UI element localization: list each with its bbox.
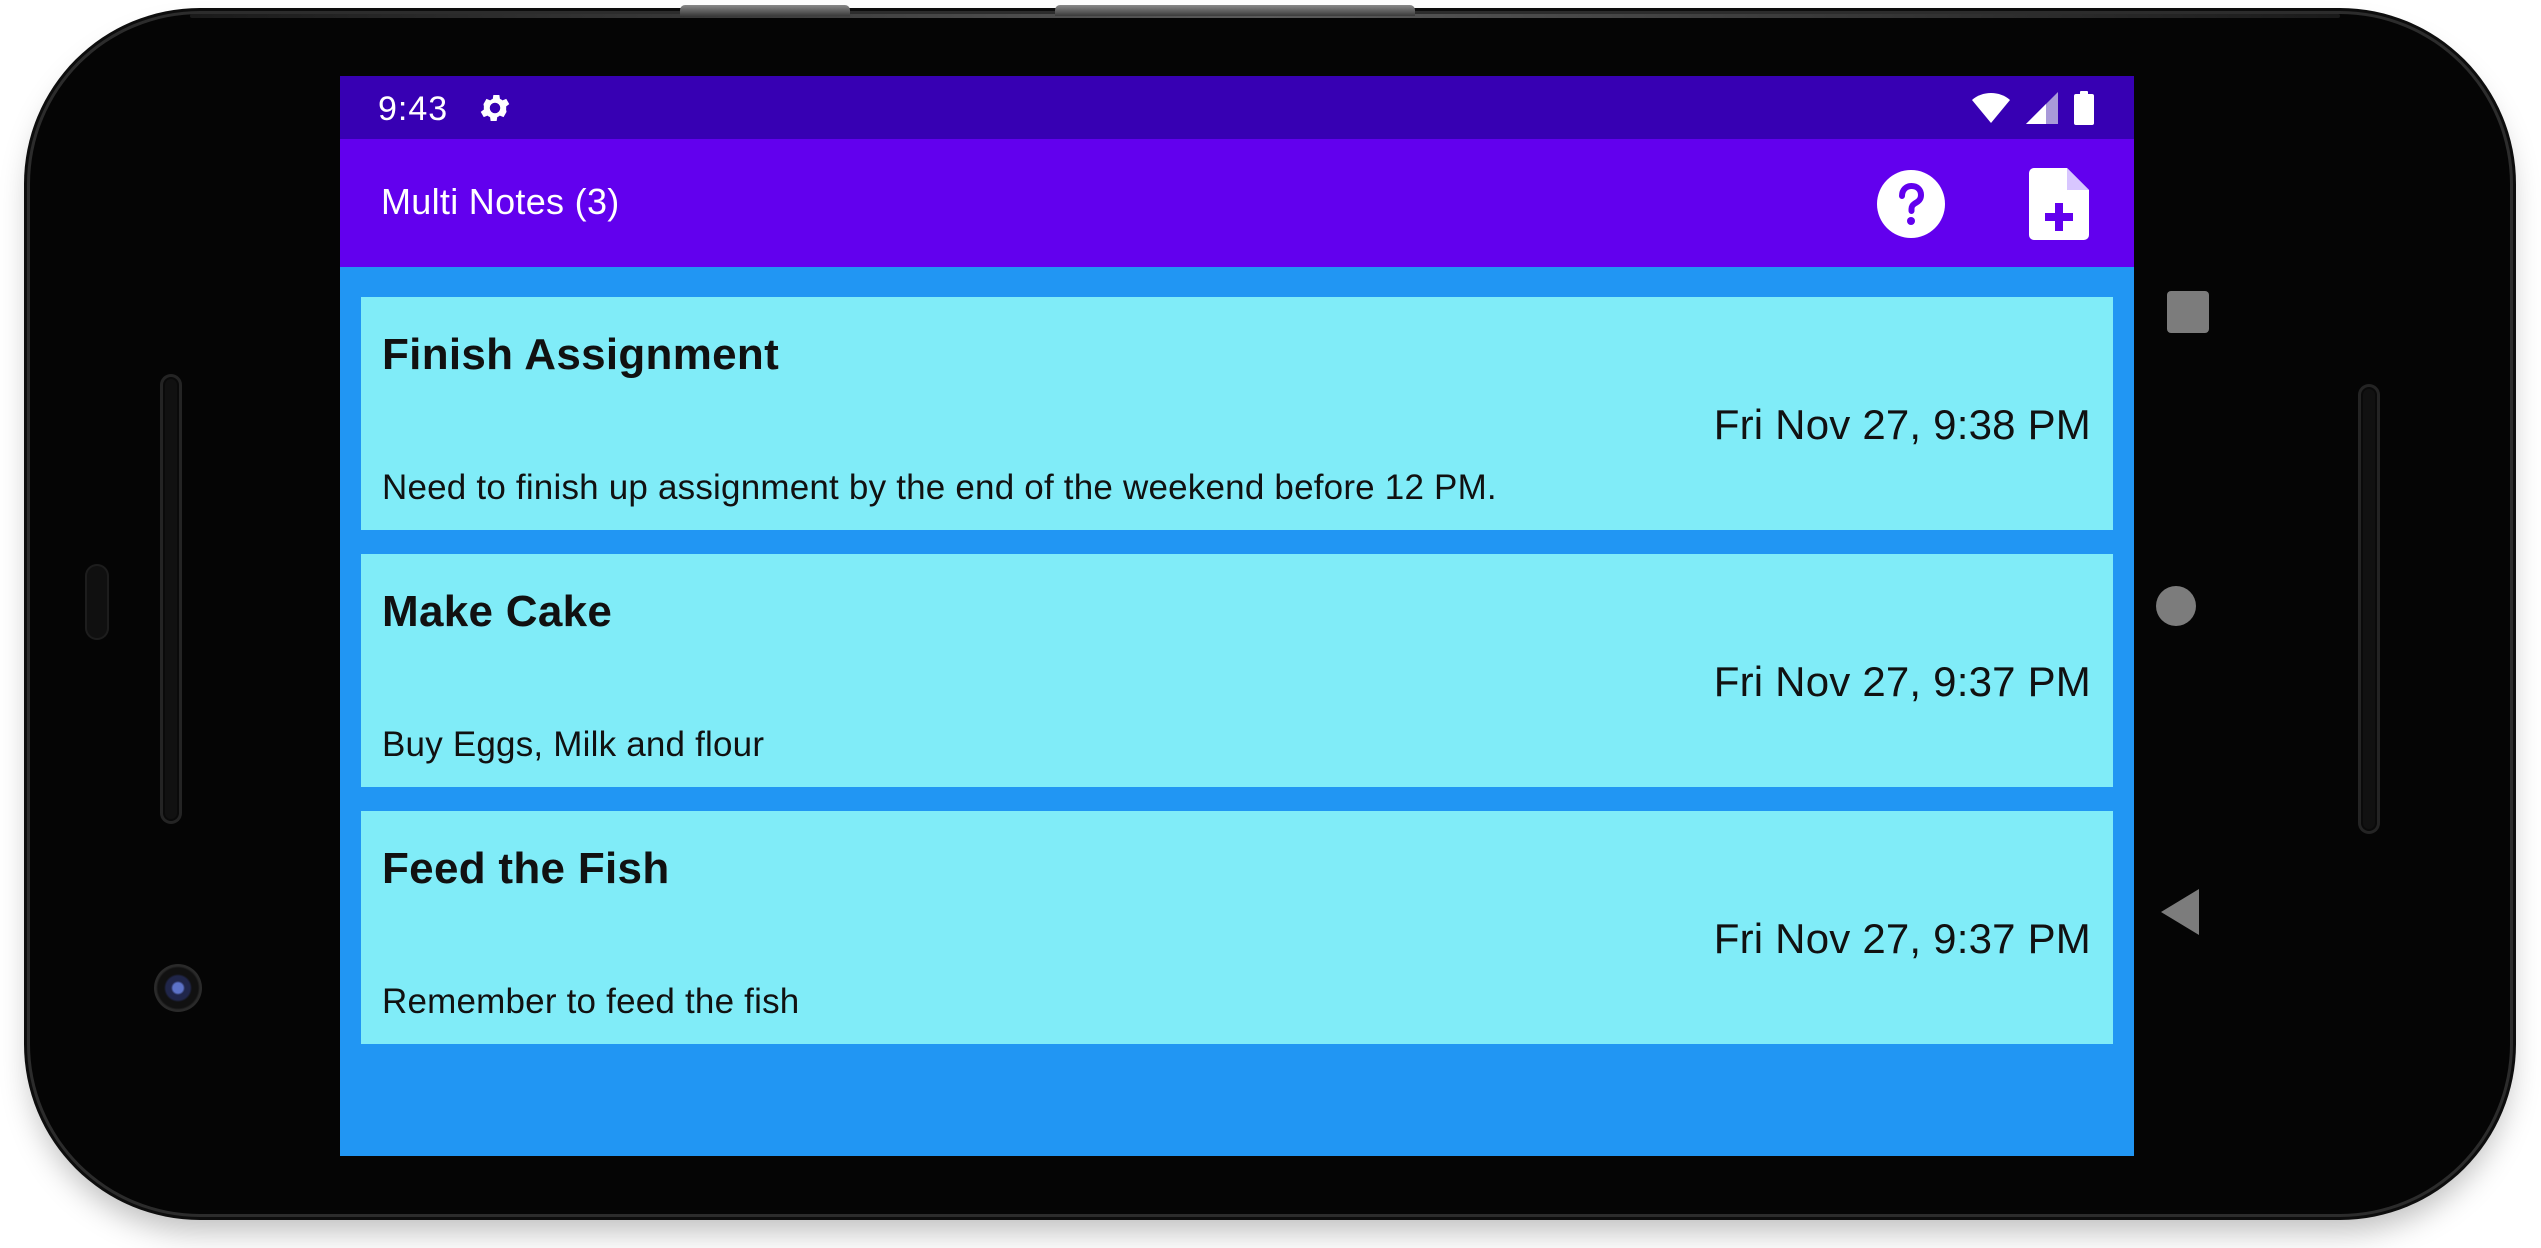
new-note-button[interactable]	[2023, 168, 2095, 240]
app-title: Multi Notes (3)	[381, 181, 620, 222]
status-bar: 9:43	[340, 76, 2134, 139]
note-title: Finish Assignment	[382, 330, 780, 379]
front-sensor	[85, 564, 109, 640]
note-date: Fri Nov 27, 9:37 PM	[1713, 915, 2091, 962]
help-button[interactable]	[1875, 168, 1947, 240]
battery-icon	[2074, 91, 2094, 125]
left-speaker-grill	[160, 374, 182, 824]
cell-signal-icon	[2026, 92, 2058, 124]
note-body: Remember to feed the fish	[382, 982, 800, 1021]
note-date: Fri Nov 27, 9:37 PM	[1713, 658, 2091, 705]
help-icon	[1877, 170, 1945, 238]
note-card-finish-assignment[interactable]: Finish Assignment Fri Nov 27, 9:38 PM Ne…	[361, 297, 2113, 530]
wifi-icon	[1972, 93, 2010, 123]
note-title: Feed the Fish	[382, 844, 670, 893]
home-button[interactable]	[2156, 586, 2196, 626]
note-card-feed-the-fish[interactable]: Feed the Fish Fri Nov 27, 9:37 PM Rememb…	[361, 811, 2113, 1044]
back-button[interactable]	[2161, 889, 2199, 935]
power-button[interactable]	[680, 5, 850, 16]
notes-list: Finish Assignment Fri Nov 27, 9:38 PM Ne…	[361, 297, 2113, 1068]
note-title: Make Cake	[382, 587, 613, 636]
device-frame-stage: 9:43 Multi Notes (3) Finish Assignment F…	[0, 0, 2541, 1248]
phone-frame: 9:43 Multi Notes (3) Finish Assignment F…	[30, 5, 2510, 1214]
note-body: Need to finish up assignment by the end …	[382, 468, 1497, 507]
volume-button[interactable]	[1055, 5, 1415, 16]
app-bar: Multi Notes (3)	[340, 139, 2134, 267]
note-date: Fri Nov 27, 9:38 PM	[1713, 401, 2091, 448]
status-icons	[1972, 89, 2094, 127]
new-note-icon	[2029, 168, 2089, 240]
recents-button[interactable]	[2167, 291, 2209, 333]
note-card-make-cake[interactable]: Make Cake Fri Nov 27, 9:37 PM Buy Eggs, …	[361, 554, 2113, 787]
front-camera	[154, 964, 202, 1012]
phone-screen: 9:43 Multi Notes (3) Finish Assignment F…	[340, 76, 2134, 1156]
status-time: 9:43	[378, 90, 449, 128]
right-speaker-grill	[2358, 384, 2380, 834]
gear-icon	[480, 94, 510, 122]
note-body: Buy Eggs, Milk and flour	[382, 725, 765, 764]
